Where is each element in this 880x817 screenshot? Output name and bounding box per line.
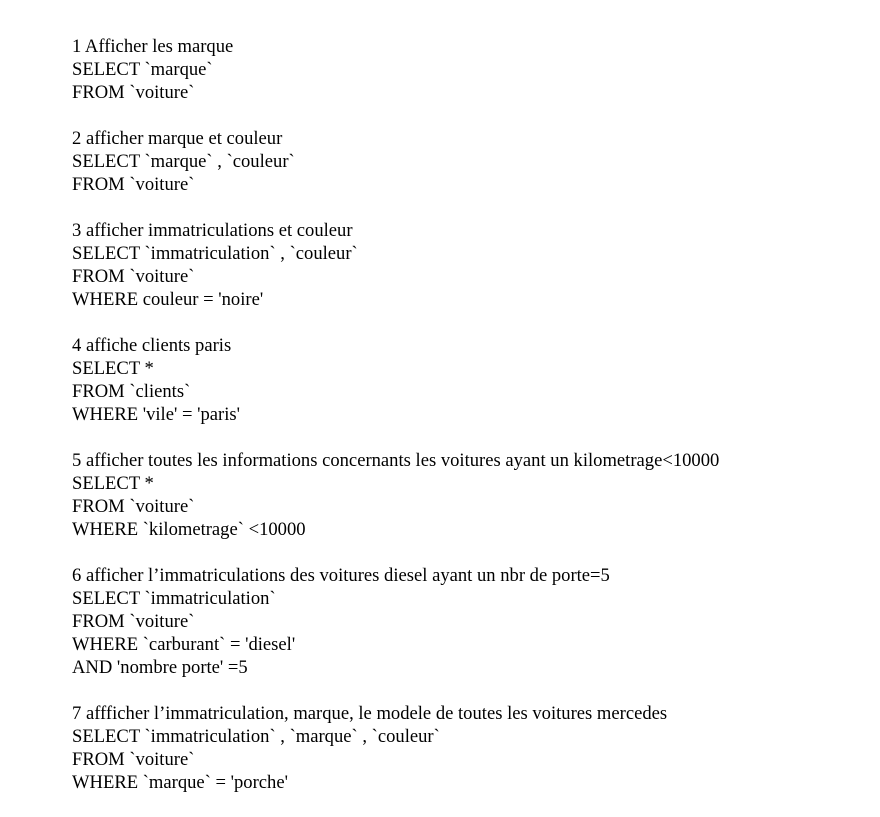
sql-line: SELECT * [72,358,154,379]
query-block-6: 6 afficher l’immatriculations des voitur… [72,564,862,679]
query-block-1: 1 Afficher les marque SELECT `marque` FR… [72,35,862,104]
document-page: 1 Afficher les marque SELECT `marque` FR… [72,35,862,817]
query-heading: 6 afficher l’immatriculations des voitur… [72,565,610,586]
query-block-5: 5 afficher toutes les informations conce… [72,449,862,541]
sql-line: SELECT `marque` , `couleur` [72,151,295,172]
sql-line: FROM `voiture` [72,749,195,770]
sql-line: WHERE `kilometrage` <10000 [72,519,306,540]
query-heading: 7 affficher l’immatriculation, marque, l… [72,703,668,724]
sql-line: WHERE `marque` = 'porche' [72,772,288,793]
sql-line: SELECT `immatriculation` [72,588,276,609]
sql-line: SELECT `immatriculation` , `marque` , `c… [72,726,440,747]
sql-line: FROM `voiture` [72,266,195,287]
query-heading: 4 affiche clients paris [72,335,232,356]
sql-line: WHERE `carburant` = 'diesel' [72,634,296,655]
sql-line: FROM `voiture` [72,611,195,632]
query-heading: 1 Afficher les marque [72,36,234,57]
query-block-2: 2 afficher marque et couleur SELECT `mar… [72,127,862,196]
query-block-3: 3 afficher immatriculations et couleur S… [72,219,862,311]
sql-line: SELECT `immatriculation` , `couleur` [72,243,358,264]
sql-line: FROM `voiture` [72,496,195,517]
sql-line: SELECT `marque` [72,59,213,80]
sql-line: WHERE couleur = 'noire' [72,289,264,310]
query-heading: 2 afficher marque et couleur [72,128,283,149]
sql-line: FROM `clients` [72,381,191,402]
query-block-4: 4 affiche clients paris SELECT * FROM `c… [72,334,862,426]
query-heading: 3 afficher immatriculations et couleur [72,220,353,241]
sql-line: WHERE 'vile' = 'paris' [72,404,240,425]
sql-line: FROM `voiture` [72,174,195,195]
sql-line: SELECT * [72,473,154,494]
query-heading: 5 afficher toutes les informations conce… [72,450,720,471]
query-block-7: 7 affficher l’immatriculation, marque, l… [72,702,862,794]
sql-line: AND 'nombre porte' =5 [72,657,248,678]
sql-line: FROM `voiture` [72,82,195,103]
